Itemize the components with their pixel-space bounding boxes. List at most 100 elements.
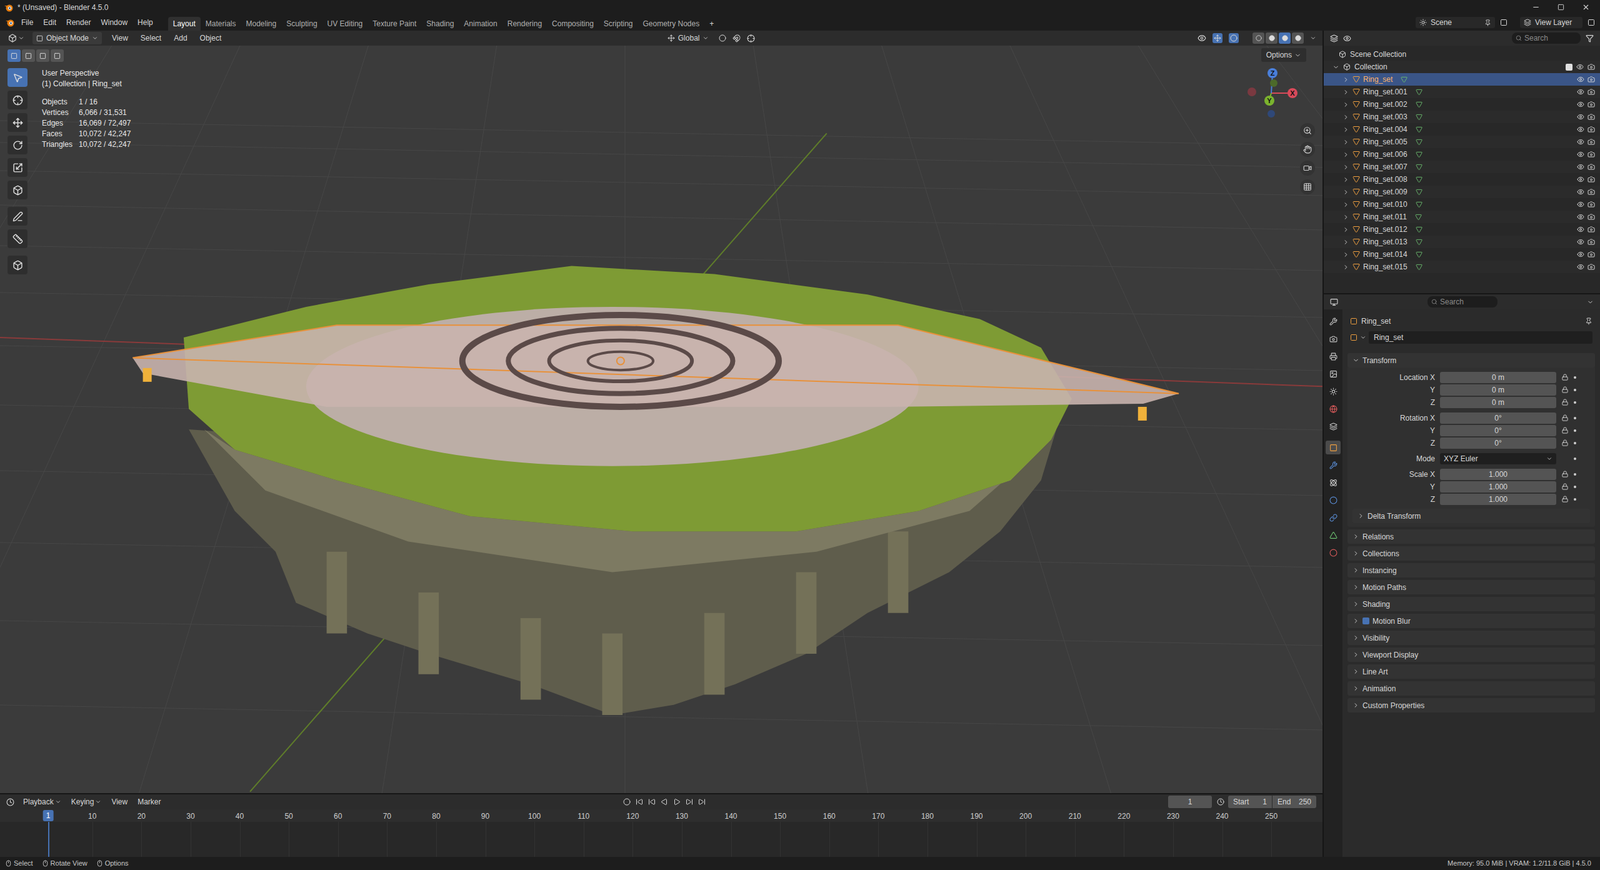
scene-collection-row[interactable]: Scene Collection [1323,48,1600,61]
properties-tab[interactable] [1325,349,1341,364]
nav-button[interactable] [1300,123,1315,139]
properties-tab[interactable] [1325,493,1341,507]
header-menu[interactable]: Object [200,32,222,44]
outliner-row[interactable]: Ring_set.007 [1323,160,1600,174]
workspace-tab[interactable]: UV Editing [322,16,369,31]
keyframe-dot[interactable] [1573,416,1577,420]
collection-checkbox[interactable] [1565,63,1573,71]
jump-end-icon[interactable] [698,798,706,806]
workspace-tab[interactable]: Shading [421,16,459,31]
timeline-menu[interactable]: Marker [137,796,161,808]
render-icon[interactable] [1587,63,1595,71]
keyframe-dot[interactable] [1573,429,1577,432]
render-icon[interactable] [1587,238,1595,246]
tool-button[interactable] [7,158,28,177]
tool-button[interactable] [7,229,28,249]
editor-type-button[interactable] [6,33,27,43]
snap-icon[interactable] [732,34,741,43]
outliner-row[interactable]: Ring_set.012 [1323,223,1600,236]
shading-mode-button[interactable] [1265,32,1278,44]
render-icon[interactable] [1587,225,1595,234]
filter-icon[interactable] [1585,34,1594,43]
keyframe-dot[interactable] [1573,401,1577,404]
properties-tab[interactable] [1325,384,1341,399]
outliner-row[interactable]: Ring_set.004 [1323,123,1600,136]
select-mode-button[interactable] [36,49,50,62]
main-menu[interactable]: Edit [43,16,57,29]
mode-dropdown[interactable]: Object Mode [32,31,102,45]
shading-mode-button[interactable] [1252,32,1265,44]
lock-icon[interactable] [1560,483,1570,490]
properties-tab[interactable] [1325,458,1341,472]
start-field[interactable]: Start1 [1228,795,1272,809]
select-mode-button[interactable] [7,49,21,62]
panel-header[interactable]: Instancing [1347,563,1595,578]
render-icon[interactable] [1587,75,1595,84]
visibility-icon[interactable] [1576,238,1585,246]
minimize-icon[interactable] [1531,3,1540,12]
tool-button[interactable] [7,255,28,275]
scene-render[interactable] [0,45,1323,794]
main-menu[interactable]: Help [137,16,154,29]
display-mode-icon[interactable] [1343,34,1352,43]
render-icon[interactable] [1587,213,1595,221]
nav-button[interactable] [1300,141,1315,157]
outliner-row[interactable]: Ring_set.008 [1323,173,1600,186]
visibility-icon[interactable] [1197,33,1207,43]
outliner-row[interactable]: Ring_set.005 [1323,135,1600,149]
properties-tab[interactable] [1325,475,1341,490]
properties-tab[interactable] [1325,419,1341,434]
panel-header[interactable]: Motion Paths [1347,580,1595,595]
tool-button[interactable] [7,135,28,155]
workspace-tab[interactable]: Rendering [502,16,547,31]
lock-icon[interactable] [1560,414,1570,422]
lock-icon[interactable] [1560,398,1570,406]
timeline-area[interactable] [0,821,1323,857]
chevron-icon[interactable] [1586,298,1594,306]
outliner-row[interactable]: Ring_set.013 [1323,235,1600,249]
visibility-icon[interactable] [1576,225,1585,234]
visibility-icon[interactable] [1576,188,1585,196]
header-menu[interactable]: Add [173,32,187,44]
editor-type-icon[interactable] [1330,34,1339,43]
outliner-row[interactable]: Ring_set.010 [1323,198,1600,211]
nav-button[interactable] [1300,179,1315,195]
next-key-icon[interactable] [685,798,694,806]
panel-header[interactable]: Relations [1347,529,1595,544]
panel-header[interactable]: Shading [1347,596,1595,612]
outliner-row[interactable]: Ring_set.014 [1323,248,1600,261]
visibility-icon[interactable] [1576,200,1585,209]
visibility-icon[interactable] [1576,113,1585,121]
editor-type-icon[interactable] [6,798,15,807]
header-menu[interactable]: View [111,32,129,44]
workspace-tab[interactable]: Animation [458,16,502,31]
properties-tab[interactable] [1325,366,1341,381]
properties-tab[interactable] [1325,331,1341,346]
render-icon[interactable] [1587,163,1595,171]
outliner-row[interactable]: Ring_set.002 [1323,98,1600,111]
number-field[interactable]: 0 m [1440,396,1557,409]
number-field[interactable]: 0 m [1440,371,1557,384]
close-icon[interactable] [1581,3,1590,12]
visibility-icon[interactable] [1576,125,1585,134]
visibility-icon[interactable] [1576,163,1585,171]
render-icon[interactable] [1587,138,1595,146]
visibility-icon[interactable] [1576,250,1585,259]
lock-icon[interactable] [1560,495,1570,503]
shading-mode-button[interactable] [1291,32,1304,44]
pivot-icon[interactable] [718,34,727,42]
orientation-dropdown[interactable]: Global [663,32,714,44]
render-icon[interactable] [1587,188,1595,196]
render-icon[interactable] [1587,88,1595,96]
visibility-icon[interactable] [1576,150,1585,159]
timeline-menu[interactable]: Keying [71,796,102,808]
panel-header[interactable]: Collections [1347,546,1595,561]
workspace-tab[interactable]: Sculpting [281,16,322,31]
end-field[interactable]: End250 [1272,795,1317,809]
properties-search[interactable]: Search [1427,296,1498,308]
visibility-icon[interactable] [1576,213,1585,221]
visibility-icon[interactable] [1576,263,1585,271]
panel-checkbox[interactable] [1362,617,1370,625]
outliner-row[interactable]: Ring_set.006 [1323,148,1600,161]
workspace-tab[interactable]: Modeling [240,16,282,31]
